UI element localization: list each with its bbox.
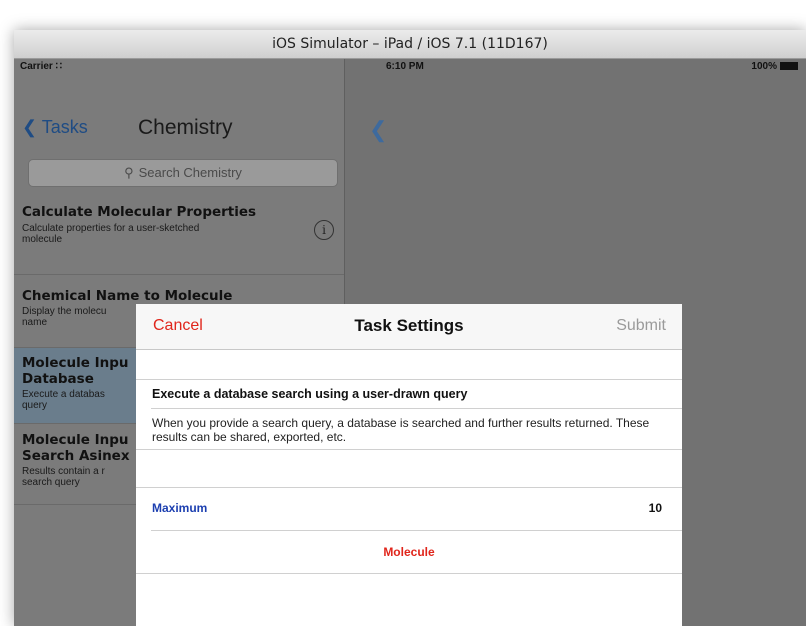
carrier-label: Carrier [20,61,53,72]
search-icon: ⚲ [124,165,134,180]
info-icon[interactable]: i [314,220,334,240]
search-input[interactable]: ⚲ Search Chemistry [28,159,338,187]
chevron-left-icon: ❮ [22,117,38,137]
divider [151,408,682,409]
molecule-button[interactable]: Molecule [136,545,682,559]
back-label: Tasks [41,117,88,137]
list-item-title: Search Asinex [22,448,130,464]
list-item-title: Calculate Molecular Properties [22,204,257,220]
maximum-value[interactable]: 10 [649,501,662,515]
status-battery: 100% [751,61,798,72]
modal-header: Cancel Task Settings Submit [136,304,682,350]
list-item-subtitle: molecule [22,234,63,245]
divider [151,530,682,531]
divider [136,379,682,380]
list-item-subtitle: Results contain a r [22,466,105,477]
modal-title: Task Settings [354,316,464,335]
task-description-text: When you provide a search query, a datab… [152,416,650,444]
list-item-subtitle: Display the molecu [22,306,107,317]
status-carrier: Carrier ∷ [20,61,62,72]
simulator-window: iOS Simulator – iPad / iOS 7.1 (11D167) … [14,30,806,626]
list-item-subtitle: Execute a databas [22,389,105,400]
list-item-subtitle: Calculate properties for a user-sketched [22,223,200,234]
list-item-title: Molecule Inpu [22,432,129,448]
submit-button[interactable]: Submit [616,317,666,335]
task-settings-modal: Cancel Task Settings Submit Execute a da… [136,304,682,626]
divider [136,449,682,450]
list-item-subtitle: search query [22,477,80,488]
divider [136,487,682,488]
master-title: Chemistry [138,116,233,139]
wifi-icon: ∷ [55,61,62,72]
status-time: 6:10 PM [386,61,424,72]
battery-icon [780,62,798,71]
list-item-subtitle: query [22,400,48,411]
list-item-calculate-molecular-properties[interactable]: Calculate Molecular Properties Calculate… [14,194,344,275]
task-description-title: Execute a database search using a user-d… [152,387,468,401]
divider [136,573,682,574]
list-item-subtitle: name [22,317,48,328]
window-title: iOS Simulator – iPad / iOS 7.1 (11D167) [14,30,806,59]
list-item-title: Molecule Inpu [22,355,129,371]
maximum-label: Maximum [152,501,208,515]
list-item-title: Chemical Name to Molecule [22,288,233,304]
detail-back-button[interactable]: ❮ [369,117,387,143]
list-item-title: Database [22,371,94,387]
back-button[interactable]: ❮ Tasks [22,117,88,138]
ipad-screen: Carrier ∷ ❮ Tasks Chemistry ⚲ Search Chem… [14,59,806,626]
battery-label: 100% [751,61,777,72]
search-placeholder: Search Chemistry [138,165,242,180]
